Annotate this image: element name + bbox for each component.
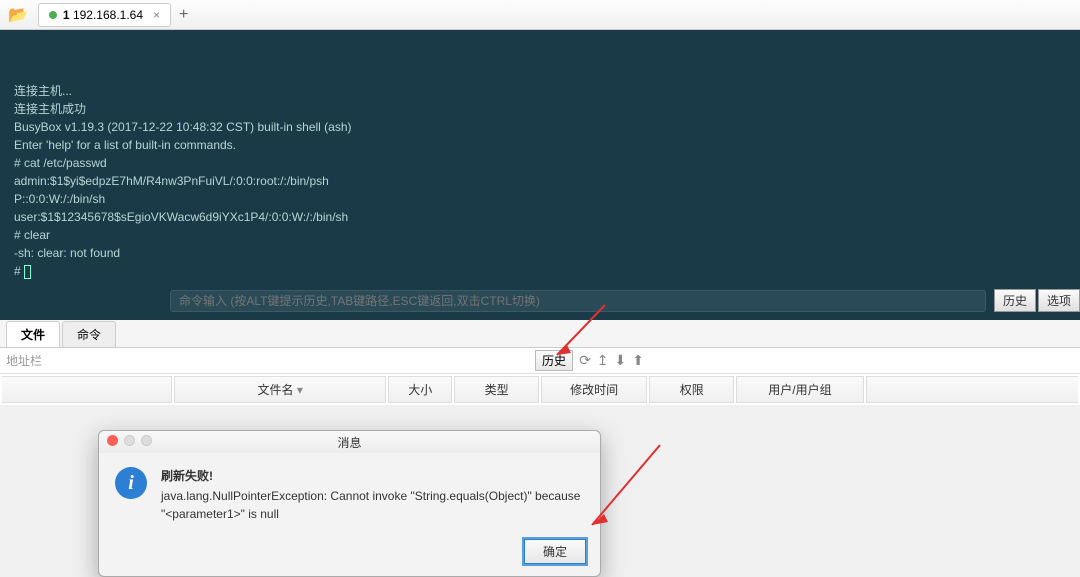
- terminal-line: P::0:0:W:/:/bin/sh: [14, 190, 1066, 208]
- dialog-message: 刷新失败! java.lang.NullPointerException: Ca…: [161, 467, 584, 523]
- file-table: 文件名 ▾ 大小 类型 修改时间 权限 用户/用户组: [0, 374, 1080, 405]
- col-type[interactable]: 类型: [454, 376, 539, 403]
- zoom-window-icon: [141, 435, 152, 446]
- top-tab-bar: 📂 1 192.168.1.64 × +: [0, 0, 1080, 30]
- dialog-heading: 刷新失败!: [161, 467, 584, 485]
- download-icon[interactable]: ⬇: [615, 352, 627, 369]
- sort-icon: ▾: [297, 383, 303, 397]
- dialog-titlebar[interactable]: 消息: [99, 431, 600, 453]
- lower-tabs: 文件 命令: [0, 320, 1080, 348]
- close-icon[interactable]: ×: [153, 8, 160, 22]
- history-button[interactable]: 历史: [994, 289, 1036, 312]
- upload-icon[interactable]: ⬆: [632, 352, 644, 369]
- table-header-row: 文件名 ▾ 大小 类型 修改时间 权限 用户/用户组: [2, 376, 1078, 403]
- folder-open-icon[interactable]: 📂: [8, 5, 28, 25]
- col-filename[interactable]: 文件名 ▾: [174, 376, 386, 403]
- options-button[interactable]: 选项: [1038, 289, 1080, 312]
- terminal-line: user:$1$12345678$sEgioVKWacw6d9iYXc1P4/:…: [14, 208, 1066, 226]
- tab-command[interactable]: 命令: [62, 321, 116, 347]
- cursor-icon: [24, 265, 31, 279]
- terminal-line: 连接主机成功: [14, 100, 1066, 118]
- col-mtime[interactable]: 修改时间: [541, 376, 647, 403]
- window-controls: [107, 435, 152, 446]
- dialog-body-text: java.lang.NullPointerException: Cannot i…: [161, 487, 584, 523]
- address-input[interactable]: 地址栏: [6, 352, 535, 369]
- up-arrow-icon[interactable]: ↥: [597, 352, 609, 369]
- session-tab[interactable]: 1 192.168.1.64 ×: [38, 3, 171, 27]
- terminal-line: BusyBox v1.19.3 (2017-12-22 10:48:32 CST…: [14, 118, 1066, 136]
- tab-host: 192.168.1.64: [73, 8, 143, 22]
- ok-button[interactable]: 确定: [524, 539, 586, 564]
- col-user[interactable]: 用户/用户组: [736, 376, 863, 403]
- add-tab-button[interactable]: +: [179, 6, 188, 24]
- message-dialog: 消息 i 刷新失败! java.lang.NullPointerExceptio…: [98, 430, 601, 577]
- tab-file[interactable]: 文件: [6, 321, 60, 347]
- addr-history-button[interactable]: 历史: [535, 350, 573, 371]
- tab-number: 1: [63, 8, 70, 22]
- col-perm[interactable]: 权限: [649, 376, 734, 403]
- terminal-line: admin:$1$yi$edpzE7hM/R4nw3PnFuiVL/:0:0:r…: [14, 172, 1066, 190]
- terminal-line: #: [14, 262, 1066, 280]
- terminal-pane[interactable]: 连接主机...连接主机成功BusyBox v1.19.3 (2017-12-22…: [0, 30, 1080, 320]
- terminal-line: -sh: clear: not found: [14, 244, 1066, 262]
- col-size[interactable]: 大小: [388, 376, 452, 403]
- refresh-icon[interactable]: ⟳: [579, 352, 591, 369]
- dialog-title-text: 消息: [337, 434, 361, 451]
- command-input-bar: 历史 选项: [170, 289, 1080, 312]
- address-bar-row: 地址栏 历史 ⟳ ↥ ⬇ ⬆: [0, 348, 1080, 374]
- status-dot-icon: [49, 11, 57, 19]
- command-input[interactable]: [170, 290, 986, 312]
- minimize-window-icon: [124, 435, 135, 446]
- terminal-line: 连接主机...: [14, 82, 1066, 100]
- terminal-output: 连接主机...连接主机成功BusyBox v1.19.3 (2017-12-22…: [14, 82, 1066, 280]
- terminal-line: Enter 'help' for a list of built-in comm…: [14, 136, 1066, 154]
- info-icon: i: [115, 467, 147, 499]
- terminal-line: # clear: [14, 226, 1066, 244]
- terminal-line: # cat /etc/passwd: [14, 154, 1066, 172]
- close-window-icon[interactable]: [107, 435, 118, 446]
